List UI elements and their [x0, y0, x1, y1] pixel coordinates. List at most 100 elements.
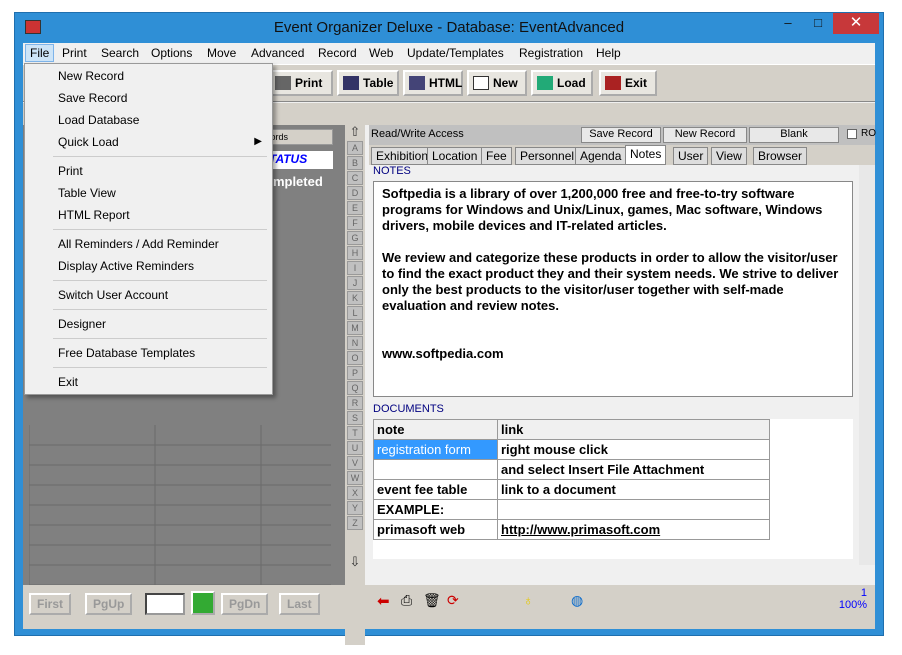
- first-button[interactable]: First: [29, 593, 72, 615]
- alpha-y[interactable]: Y: [347, 501, 363, 515]
- file-menu-designer[interactable]: Designer: [58, 317, 106, 331]
- file-menu-print[interactable]: Print: [58, 164, 83, 178]
- save-record-button[interactable]: Save Record: [581, 127, 661, 143]
- doc-note-cell[interactable]: primasoft web: [373, 519, 498, 540]
- alpha-b[interactable]: B: [347, 156, 363, 170]
- menu-options[interactable]: Options: [151, 46, 192, 60]
- pgdn-button[interactable]: PgDn: [221, 593, 269, 615]
- doc-note-cell[interactable]: [373, 459, 498, 480]
- print-button[interactable]: Print: [269, 70, 333, 96]
- tab-view[interactable]: View: [711, 147, 747, 165]
- doc-note-cell[interactable]: event fee table: [373, 479, 498, 500]
- alpha-p[interactable]: P: [347, 366, 363, 380]
- menu-print[interactable]: Print: [62, 46, 87, 60]
- tab-notes[interactable]: Notes: [625, 145, 667, 165]
- tab-user[interactable]: User: [673, 147, 709, 165]
- alpha-f[interactable]: F: [347, 216, 363, 230]
- down-arrow-icon[interactable]: ⇩: [347, 555, 363, 570]
- doc-link-cell[interactable]: [497, 499, 770, 520]
- alpha-x[interactable]: X: [347, 486, 363, 500]
- alpha-d[interactable]: D: [347, 186, 363, 200]
- tab-exhibition[interactable]: Exhibition: [371, 147, 434, 165]
- file-menu-display-reminders[interactable]: Display Active Reminders: [58, 259, 194, 273]
- file-menu-load-database[interactable]: Load Database: [58, 113, 139, 127]
- print-icon[interactable]: ⎙: [401, 592, 412, 609]
- doc-link-cell[interactable]: http://www.primasoft.com: [497, 519, 770, 540]
- record-grid[interactable]: [28, 425, 331, 595]
- menu-help[interactable]: Help: [596, 46, 621, 60]
- exit-button[interactable]: Exit: [599, 70, 657, 96]
- file-menu-quick-load[interactable]: Quick Load: [58, 135, 119, 149]
- table-row[interactable]: and select Insert File Attachment: [373, 459, 770, 480]
- alpha-j[interactable]: J: [347, 276, 363, 290]
- table-button[interactable]: Table: [337, 70, 399, 96]
- title-bar[interactable]: Event Organizer Deluxe - Database: Event…: [15, 13, 883, 43]
- menu-search[interactable]: Search: [101, 46, 139, 60]
- alpha-o[interactable]: O: [347, 351, 363, 365]
- alpha-a[interactable]: A: [347, 141, 363, 155]
- alpha-s[interactable]: S: [347, 411, 363, 425]
- menu-update-templates[interactable]: Update/Templates: [407, 46, 504, 60]
- file-menu-all-reminders[interactable]: All Reminders / Add Reminder: [58, 237, 219, 251]
- menu-registration[interactable]: Registration: [519, 46, 583, 60]
- new-record-button[interactable]: New Record: [663, 127, 747, 143]
- doc-link-cell[interactable]: link to a document: [497, 479, 770, 500]
- file-menu-free-templates[interactable]: Free Database Templates: [58, 346, 195, 360]
- file-menu-html-report[interactable]: HTML Report: [58, 208, 130, 222]
- doc-link-cell[interactable]: right mouse click: [497, 439, 770, 460]
- alpha-m[interactable]: M: [347, 321, 363, 335]
- tab-fee[interactable]: Fee: [481, 147, 512, 165]
- alpha-v[interactable]: V: [347, 456, 363, 470]
- alpha-t[interactable]: T: [347, 426, 363, 440]
- doc-link-cell[interactable]: and select Insert File Attachment: [497, 459, 770, 480]
- maximize-button[interactable]: □: [803, 13, 833, 34]
- doc-note-cell[interactable]: EXAMPLE:: [373, 499, 498, 520]
- alpha-i[interactable]: I: [347, 261, 363, 275]
- alpha-g[interactable]: G: [347, 231, 363, 245]
- table-row[interactable]: registration form right mouse click: [373, 439, 770, 460]
- trash-icon[interactable]: 🗑: [423, 592, 441, 609]
- alpha-u[interactable]: U: [347, 441, 363, 455]
- alpha-w[interactable]: W: [347, 471, 363, 485]
- menu-advanced[interactable]: Advanced: [251, 46, 304, 60]
- file-menu-table-view[interactable]: Table View: [58, 186, 116, 200]
- alpha-e[interactable]: E: [347, 201, 363, 215]
- alpha-q[interactable]: Q: [347, 381, 363, 395]
- file-menu-new-record[interactable]: New Record: [58, 69, 124, 83]
- globe-icon[interactable]: ◍: [571, 592, 583, 609]
- menu-move[interactable]: Move: [207, 46, 236, 60]
- tab-location[interactable]: Location: [427, 147, 483, 165]
- new-button[interactable]: New: [467, 70, 527, 96]
- table-row[interactable]: event fee table link to a document: [373, 479, 770, 500]
- ro-checkbox[interactable]: [847, 129, 857, 139]
- status-column-header[interactable]: TATUS: [263, 151, 333, 169]
- lightbulb-icon[interactable]: ♁: [523, 592, 534, 608]
- load-button[interactable]: Load: [531, 70, 593, 96]
- pgup-button[interactable]: PgUp: [85, 593, 133, 615]
- table-row[interactable]: EXAMPLE:: [373, 499, 770, 520]
- file-menu-save-record[interactable]: Save Record: [58, 91, 127, 105]
- close-button[interactable]: ✕: [833, 13, 879, 34]
- tab-agenda[interactable]: Agenda: [575, 147, 627, 165]
- abc-index-icon[interactable]: [191, 591, 215, 615]
- record-number-input[interactable]: [145, 593, 185, 615]
- menu-record[interactable]: Record: [318, 46, 357, 60]
- documents-table[interactable]: note link registration form right mouse …: [373, 419, 853, 559]
- tab-browser[interactable]: Browser: [753, 147, 808, 165]
- alpha-k[interactable]: K: [347, 291, 363, 305]
- doc-note-cell[interactable]: registration form: [373, 439, 498, 460]
- file-menu-exit[interactable]: Exit: [58, 375, 78, 389]
- alpha-l[interactable]: L: [347, 306, 363, 320]
- refresh-icon[interactable]: ⟳: [447, 592, 459, 609]
- back-arrow-icon[interactable]: ⬅: [377, 592, 390, 610]
- menu-web[interactable]: Web: [369, 46, 393, 60]
- notes-text-area[interactable]: Softpedia is a library of over 1,200,000…: [373, 181, 853, 397]
- status-cell[interactable]: ompleted: [263, 173, 333, 191]
- minimize-button[interactable]: –: [773, 13, 803, 34]
- alpha-r[interactable]: R: [347, 396, 363, 410]
- alpha-h[interactable]: H: [347, 246, 363, 260]
- file-menu-switch-user[interactable]: Switch User Account: [58, 288, 168, 302]
- alpha-z[interactable]: Z: [347, 516, 363, 530]
- alpha-n[interactable]: N: [347, 336, 363, 350]
- menu-file[interactable]: File: [25, 44, 55, 62]
